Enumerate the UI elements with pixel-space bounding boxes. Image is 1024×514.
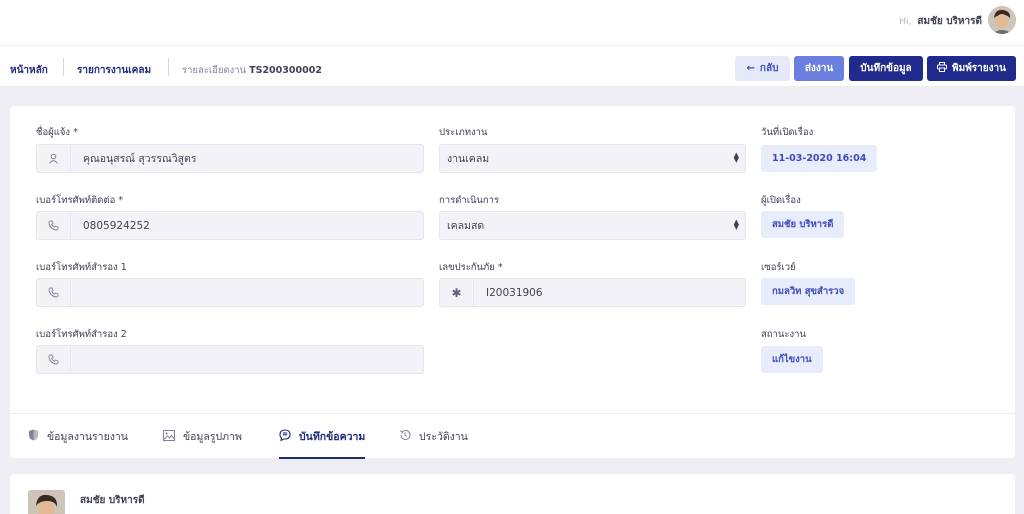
detail-tabs: ข้อมูลงานรายงาน ข้อมูลรูปภาพ บันทึกข้อคว… [10, 413, 1015, 459]
note-author: สมชัย บริหารดี [80, 495, 145, 506]
print-button-label: พิมพ์รายงาน [952, 63, 1006, 74]
asterisk-icon: ✱ [440, 279, 474, 306]
chat-icon [279, 429, 291, 444]
contact-phone-value: 0805924252 [83, 219, 150, 232]
job-type-value: งานเคลม [447, 153, 490, 165]
select-caret-icon: ▲ ▼ [733, 218, 739, 231]
sub-header: หน้าหลัก รายการงานเคลม รายละเอียดงาน TS2… [0, 45, 1024, 87]
reporter-label: ชื่อผู้แจ้ง * [36, 127, 78, 138]
save-button[interactable]: บันทึกข้อมูล [849, 56, 923, 81]
tab-label: ข้อมูลงานรายงาน [47, 431, 128, 443]
user-name: สมชัย บริหารดี [917, 16, 982, 27]
save-button-label: บันทึกข้อมูล [860, 63, 912, 74]
contact-phone-label: เบอร์โทรศัพท์ติดต่อ * [36, 195, 124, 206]
reporter-field[interactable]: คุณอนุสรณ์ สุวรรณวิสูตร [36, 144, 424, 173]
tab-label: ข้อมูลรูปภาพ [183, 431, 242, 443]
user-icon [37, 145, 71, 172]
breadcrumb-detail-prefix: รายละเอียดงาน [182, 65, 247, 76]
history-icon [399, 429, 411, 444]
open-date-badge: 11-03-2020 16:04 [761, 145, 878, 172]
breadcrumb-home[interactable]: หน้าหลัก [10, 63, 48, 78]
print-report-button[interactable]: พิมพ์รายงาน [927, 56, 1016, 81]
greeting-text: Hi, [899, 16, 912, 27]
backup-phone1-label: เบอร์โทรศัพท์สำรอง 1 [36, 262, 127, 273]
insurance-no-field[interactable]: ✱ I20031906 [439, 278, 746, 307]
open-date-label: วันที่เปิดเรื่อง [761, 127, 814, 138]
send-button[interactable]: ส่งงาน [794, 56, 844, 81]
breadcrumb-divider [63, 58, 64, 76]
insurance-no-label: เลขประกันภัย * [439, 262, 503, 273]
job-type-select[interactable]: งานเคลม ▲ ▼ [439, 144, 746, 173]
status-badge: แก้ไขงาน [761, 346, 823, 373]
operation-select[interactable]: เคลมสด ▲ ▼ [439, 211, 746, 240]
breadcrumb-detail: รายละเอียดงาน TS200300002 [182, 63, 322, 78]
send-button-label: ส่งงาน [804, 63, 834, 74]
claim-detail-card: ชื่อผู้แจ้ง * คุณอนุสรณ์ สุวรรณวิสูตร เบ… [10, 106, 1015, 459]
arrow-left-icon: ← [746, 63, 755, 74]
backup-phone1-field[interactable] [36, 278, 424, 307]
tab-images[interactable]: ข้อมูลรูปภาพ [163, 414, 242, 459]
avatar[interactable] [988, 6, 1016, 34]
backup-phone2-field[interactable] [36, 345, 424, 374]
breadcrumb-divider [168, 58, 169, 76]
breadcrumb-detail-id: TS200300002 [249, 65, 322, 76]
contact-phone-field[interactable]: 0805924252 [36, 211, 424, 240]
phone-icon [37, 212, 71, 239]
tab-history[interactable]: ประวัติงาน [399, 414, 468, 459]
printer-icon [937, 62, 948, 75]
operation-label: การดำเนินการ [439, 195, 500, 206]
status-label: สถานะงาน [761, 329, 806, 340]
reporter-value: คุณอนุสรณ์ สุวรรณวิสูตร [83, 153, 197, 165]
user-greeting[interactable]: Hi, สมชัย บริหารดี [899, 14, 982, 29]
tab-label: ประวัติงาน [419, 431, 468, 443]
opener-label: ผู้เปิดเรื่อง [761, 195, 801, 206]
tab-notes[interactable]: บันทึกข้อความ [279, 414, 366, 459]
phone-icon [37, 279, 71, 306]
phone-icon [37, 346, 71, 373]
job-type-label: ประเภทงาน [439, 127, 488, 138]
notes-card: สมชัย บริหารดี [10, 474, 1015, 514]
opener-badge: สมชัย บริหารดี [761, 211, 845, 238]
breadcrumb-claim-list[interactable]: รายการงานเคลม [77, 63, 151, 78]
operation-value: เคลมสด [447, 220, 485, 232]
back-button[interactable]: ← กลับ [735, 56, 790, 81]
shield-icon [28, 429, 39, 444]
backup-phone2-label: เบอร์โทรศัพท์สำรอง 2 [36, 329, 127, 340]
tab-label: บันทึกข้อความ [299, 431, 366, 443]
tab-report-info[interactable]: ข้อมูลงานรายงาน [28, 414, 128, 459]
back-button-label: กลับ [759, 63, 779, 74]
avatar [28, 490, 65, 514]
select-caret-icon: ▲ ▼ [733, 151, 739, 164]
surveyor-badge: กมลวิท สุขสำรวจ [761, 278, 856, 305]
insurance-no-value: I20031906 [486, 286, 543, 299]
top-bar: Hi, สมชัย บริหารดี [0, 0, 1024, 45]
image-icon [163, 429, 175, 444]
surveyor-label: เซอร์เวย์ [761, 262, 796, 273]
